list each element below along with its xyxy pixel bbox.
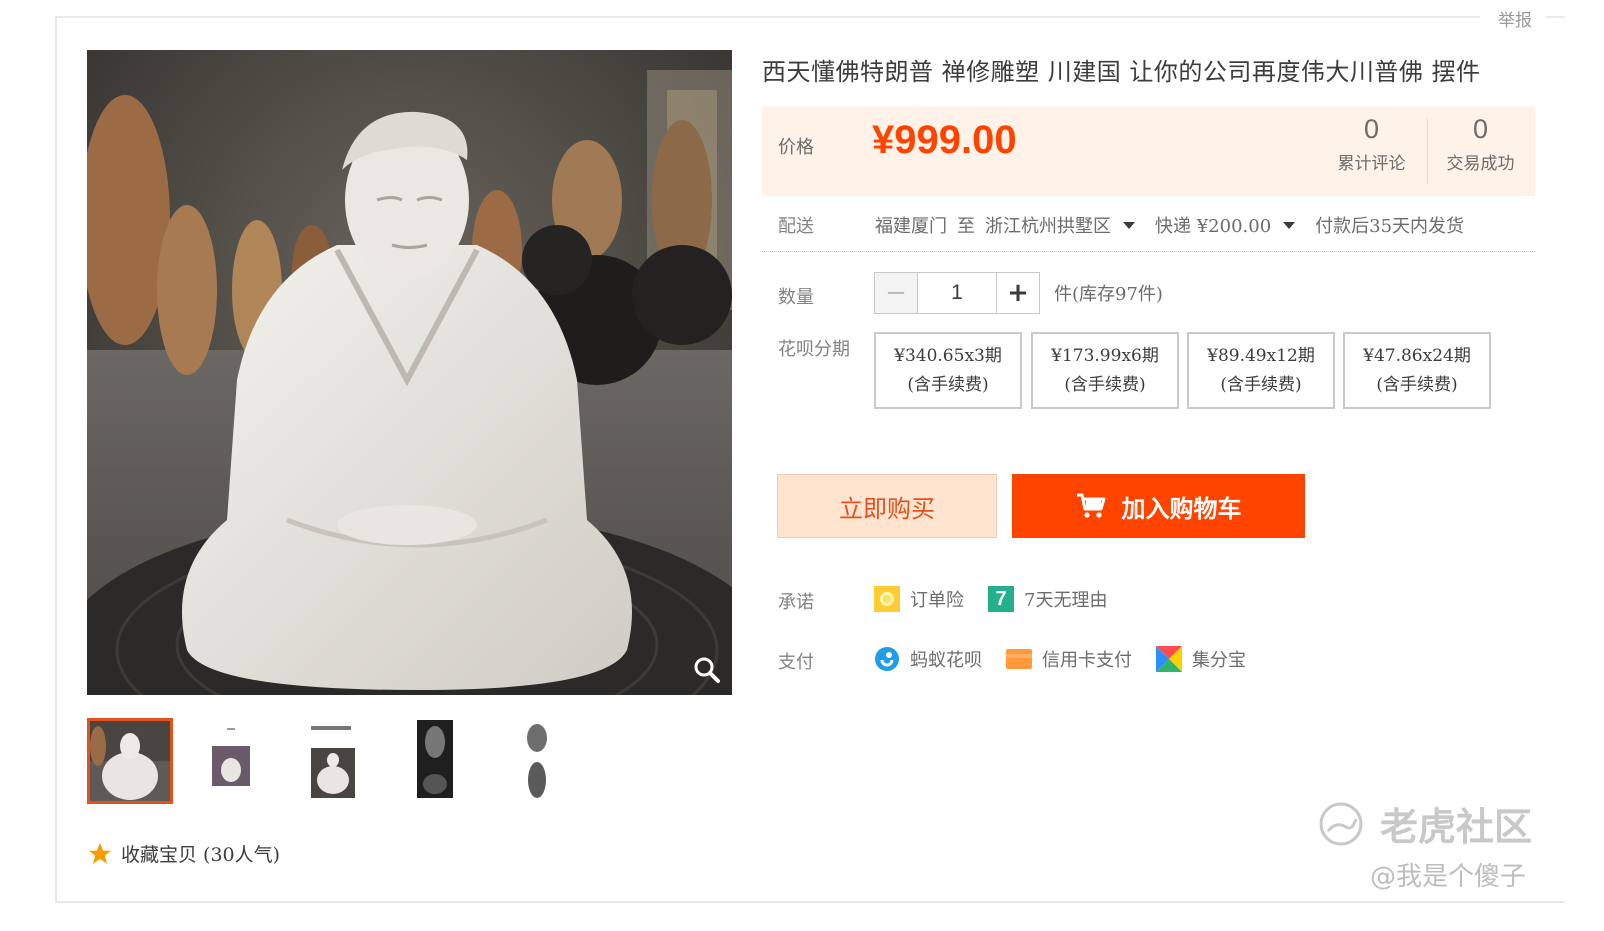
installment-fee: (含手续费): [1064, 375, 1146, 395]
watermark-brand-text: 老虎社区: [1380, 805, 1533, 849]
shipping-label: 配送: [778, 216, 814, 237]
thumbnail-3[interactable]: [309, 718, 395, 804]
watermark-brand: 老虎社区: [1318, 796, 1532, 851]
ship-method-select[interactable]: 快递 ¥200.00: [1155, 212, 1271, 238]
payment-row: 蚂蚁花呗 信用卡支付 集分宝: [874, 646, 1246, 672]
quantity-label: 数量: [778, 287, 814, 308]
installment-option[interactable]: ¥173.99x6期 (含手续费): [1031, 332, 1179, 409]
report-link[interactable]: 举报: [1480, 6, 1546, 31]
thumbnail-4[interactable]: [411, 718, 497, 804]
review-count-label: 累计评论: [1337, 154, 1406, 174]
chevron-down-icon[interactable]: [1283, 221, 1296, 229]
deal-count-label: 交易成功: [1446, 154, 1515, 174]
stock-text: 件(库存97件): [1054, 284, 1163, 305]
thumbnail-2[interactable]: [207, 718, 293, 804]
deal-count-value: 0: [1472, 114, 1489, 144]
deal-count[interactable]: 0 交易成功: [1428, 114, 1533, 174]
quantity-minus-button[interactable]: −: [874, 272, 918, 314]
promise-item[interactable]: 订单险: [910, 586, 964, 612]
quantity-input[interactable]: 1: [918, 272, 996, 314]
promise-row: 订单险 7 7天无理由: [874, 586, 1107, 612]
star-icon: [89, 842, 111, 864]
ship-to-word: 至: [957, 216, 975, 237]
ship-to-select[interactable]: 浙江杭州拱墅区: [985, 212, 1111, 238]
delivery-time: 付款后35天内发货: [1315, 216, 1465, 237]
payment-item[interactable]: 信用卡支付: [1042, 646, 1132, 672]
installment-option[interactable]: ¥47.86x24期 (含手续费): [1343, 332, 1491, 409]
divider: [762, 251, 1535, 252]
price-box: 价格 ¥999.00 0 累计评论 0 交易成功: [762, 106, 1535, 196]
jifenbao-icon: [1156, 646, 1182, 672]
quantity-plus-button[interactable]: +: [996, 272, 1040, 314]
order-insurance-icon: [874, 586, 900, 612]
promise-item[interactable]: 7天无理由: [1024, 586, 1107, 612]
watermark-user: @我是个傻子: [1370, 862, 1527, 892]
credit-card-icon: [1006, 649, 1032, 669]
installment-label: 花呗分期: [778, 339, 850, 360]
installment-fee: (含手续费): [907, 375, 989, 395]
shipping-row: 福建厦门 至 浙江杭州拱墅区 快递 ¥200.00 付款后35天内发货: [875, 212, 1464, 238]
installment-amount: ¥47.86x24期: [1363, 346, 1471, 366]
installment-fee: (含手续费): [1220, 375, 1302, 395]
payment-item[interactable]: 蚂蚁花呗: [910, 646, 982, 672]
add-to-cart-label: 加入购物车: [1121, 494, 1242, 523]
price-value: ¥999.00: [872, 118, 1017, 162]
buy-now-button[interactable]: 立即购买: [777, 474, 997, 538]
tiger-community-logo-icon: [1319, 802, 1363, 845]
product-title: 西天懂佛特朗普 禅修雕塑 川建国 让你的公司再度伟大川普佛 摆件: [762, 58, 1481, 86]
cart-icon: [1076, 493, 1105, 518]
favorite-button[interactable]: 收藏宝贝 (30人气): [87, 840, 280, 867]
seven-day-return-icon: 7: [988, 586, 1014, 612]
installment-option[interactable]: ¥89.49x12期 (含手续费): [1187, 332, 1335, 409]
installment-fee: (含手续费): [1376, 375, 1458, 395]
payment-label: 支付: [778, 652, 814, 673]
review-count-value: 0: [1363, 114, 1380, 144]
chevron-down-icon[interactable]: [1123, 221, 1135, 229]
quantity-stepper: − 1 + 件(库存97件): [874, 272, 1163, 314]
installment-amount: ¥340.65x3期: [894, 346, 1002, 366]
huabei-icon: [875, 647, 899, 671]
ship-from: 福建厦门: [875, 216, 947, 237]
price-label: 价格: [778, 137, 814, 158]
review-count[interactable]: 0 累计评论: [1319, 114, 1424, 174]
payment-item[interactable]: 集分宝: [1192, 646, 1246, 672]
installment-amount: ¥89.49x12期: [1207, 346, 1315, 366]
magnifier-icon[interactable]: [692, 655, 722, 685]
main-product-image[interactable]: [87, 50, 732, 695]
thumbnail-5[interactable]: [513, 718, 599, 804]
favorite-label: 收藏宝贝 (30人气): [121, 844, 281, 866]
statue-photo: [87, 50, 732, 695]
thumbnail-1[interactable]: [87, 718, 173, 804]
installment-amount: ¥173.99x6期: [1051, 346, 1159, 366]
add-to-cart-button[interactable]: 加入购物车: [1012, 474, 1305, 538]
installment-option[interactable]: ¥340.65x3期 (含手续费): [874, 332, 1022, 409]
promise-label: 承诺: [778, 592, 814, 613]
